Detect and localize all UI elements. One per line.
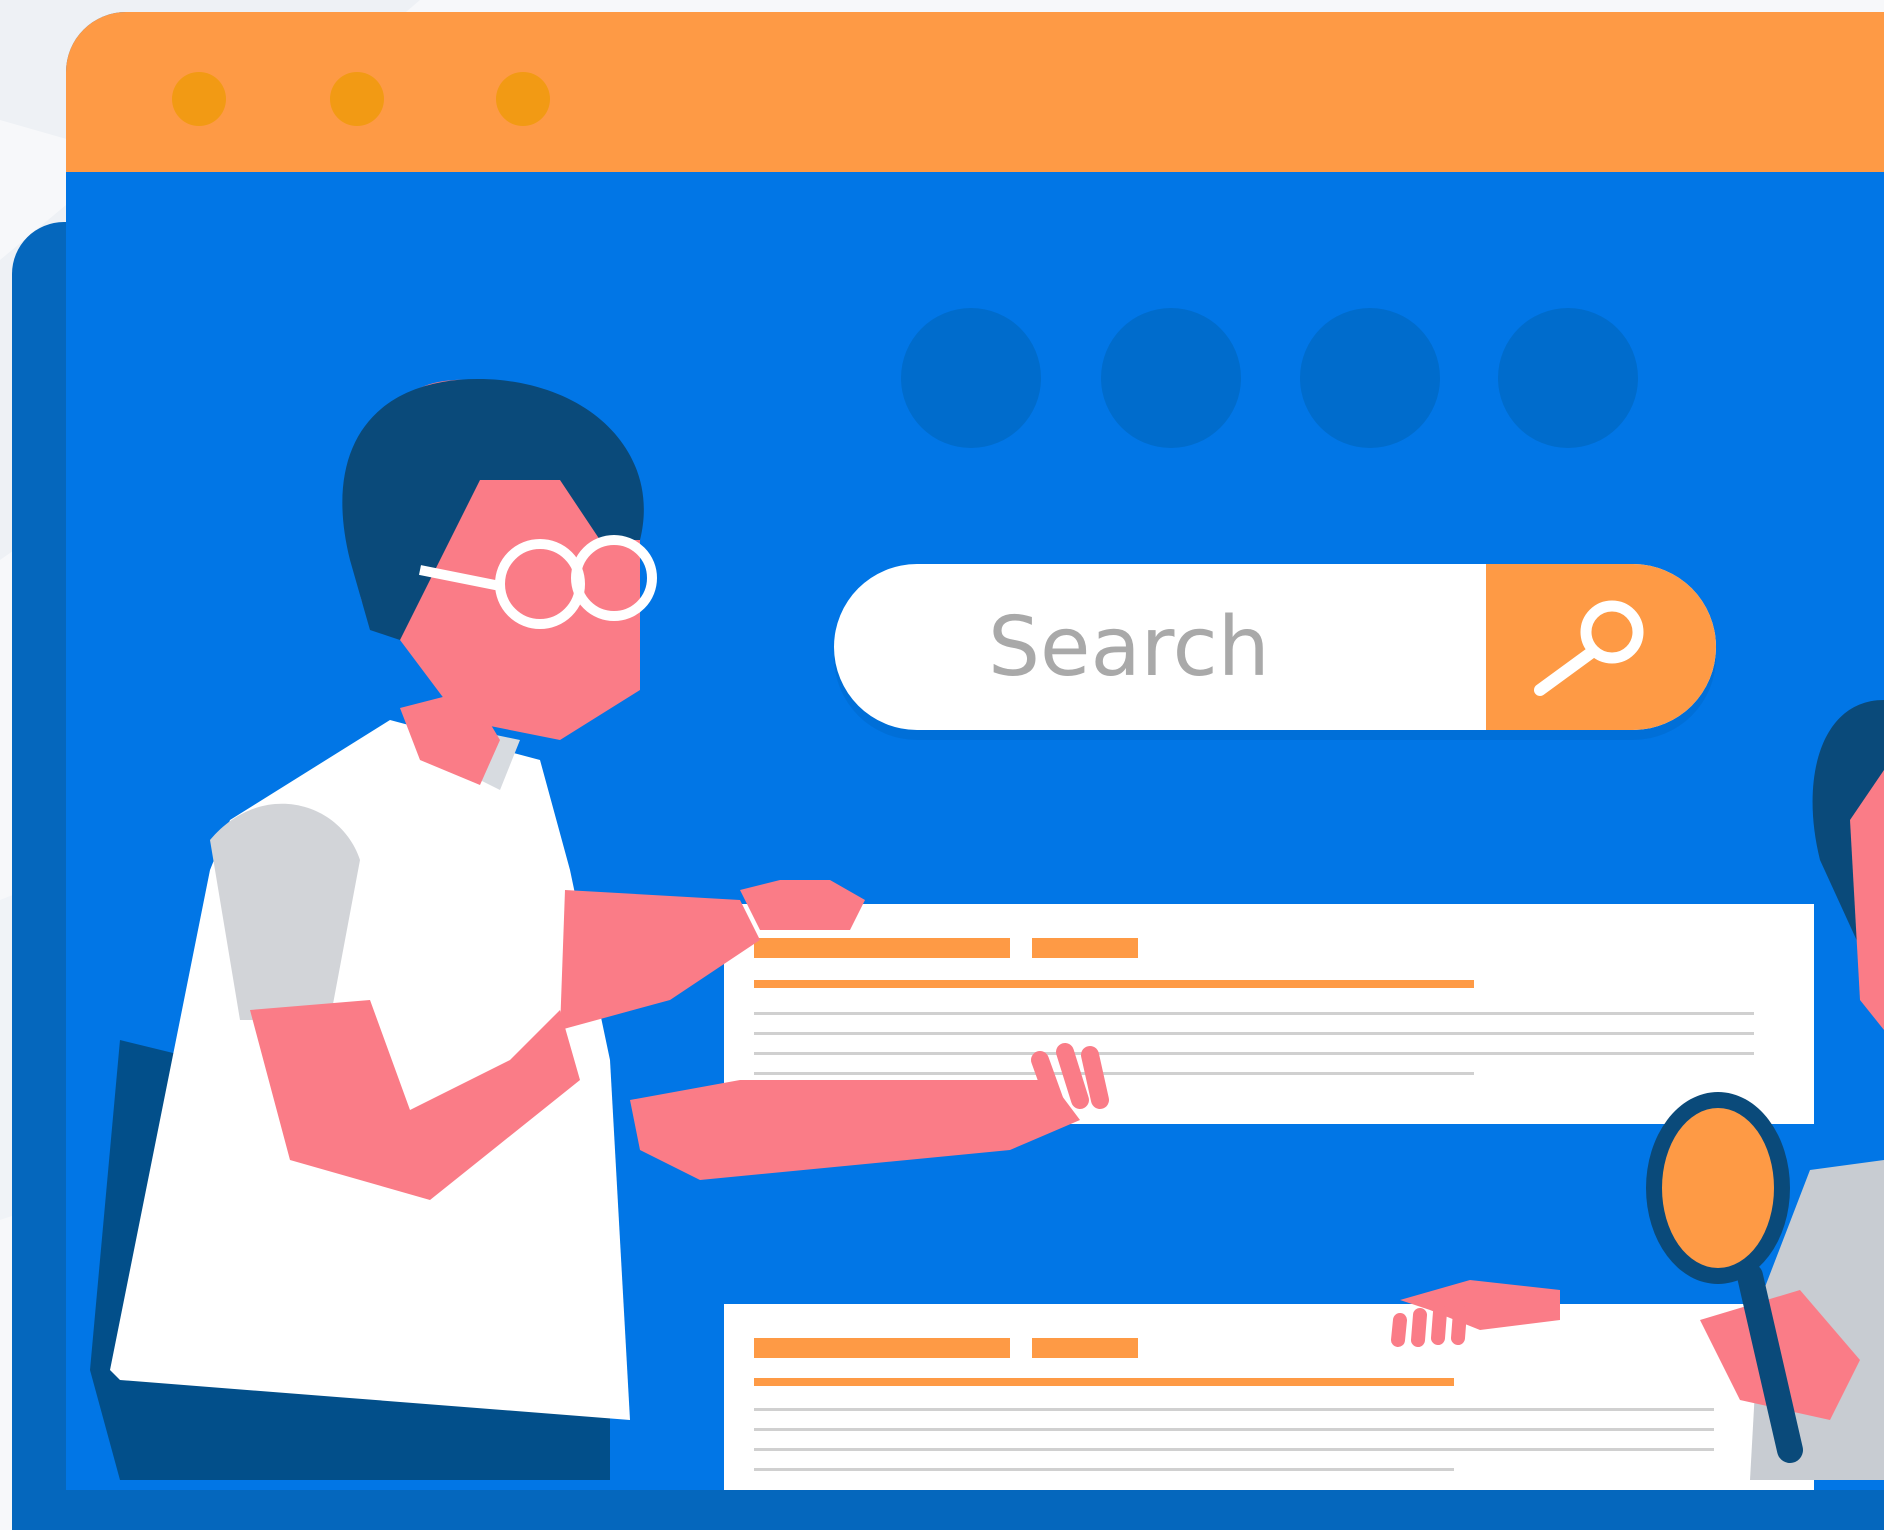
window-control-button[interactable] — [496, 72, 550, 126]
magnifier-icon — [1534, 600, 1644, 696]
search-input[interactable] — [834, 564, 1486, 730]
nav-dot — [1498, 308, 1638, 448]
result-link-line — [754, 980, 1474, 988]
result-title-bar — [754, 1338, 1010, 1358]
result-link-line — [754, 1378, 1454, 1386]
result-text-line — [754, 1072, 1474, 1075]
nav-dot — [1300, 308, 1440, 448]
result-text-line — [754, 1468, 1454, 1471]
nav-dot — [1101, 308, 1241, 448]
result-text-line — [754, 1032, 1754, 1035]
result-tag-bar — [1032, 938, 1138, 958]
result-text-line — [754, 1428, 1714, 1431]
illustration — [0, 0, 1884, 1530]
window-control-button[interactable] — [172, 72, 226, 126]
title-bar — [66, 12, 1884, 172]
browser-window — [66, 12, 1884, 1490]
search-result-card[interactable] — [724, 1304, 1814, 1490]
search-button[interactable] — [1486, 564, 1716, 730]
search-result-card[interactable] — [724, 904, 1814, 1124]
result-text-line — [754, 1448, 1714, 1451]
result-tag-bar — [1032, 1338, 1138, 1358]
result-text-line — [754, 1012, 1754, 1015]
search-bar — [834, 564, 1716, 730]
result-title-bar — [754, 938, 1010, 958]
result-text-line — [754, 1052, 1754, 1055]
nav-dot — [901, 308, 1041, 448]
window-control-button[interactable] — [330, 72, 384, 126]
result-text-line — [754, 1408, 1714, 1411]
